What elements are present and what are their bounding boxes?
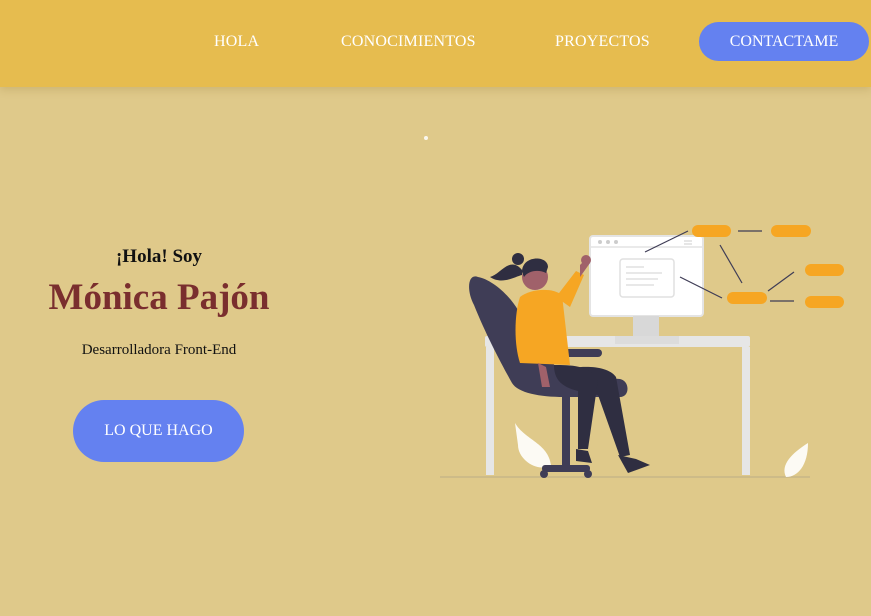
contact-button[interactable]: CONTACTAME (699, 22, 869, 61)
woman-at-desk-illustration (440, 225, 844, 478)
decorative-dot (424, 136, 428, 140)
nav-link-proyectos[interactable]: PROYECTOS (555, 31, 650, 53)
hero-role: Desarrolladora Front-End (81, 342, 237, 358)
what-i-do-button[interactable]: LO QUE HAGO (73, 400, 244, 462)
leaf-right-icon (784, 443, 808, 477)
navbar: HOLA CONOCIMIENTOS PROYECTOS CONTACTAME (0, 0, 871, 87)
monitor (589, 235, 704, 344)
leaf-left-icon (515, 423, 551, 468)
nav-link-hola[interactable]: HOLA (214, 31, 259, 53)
hero-name: Mónica Pajón (48, 277, 270, 318)
hero-greeting: ¡Hola! Soy (115, 246, 203, 267)
nav-link-conocimientos[interactable]: CONOCIMIENTOS (341, 31, 476, 53)
